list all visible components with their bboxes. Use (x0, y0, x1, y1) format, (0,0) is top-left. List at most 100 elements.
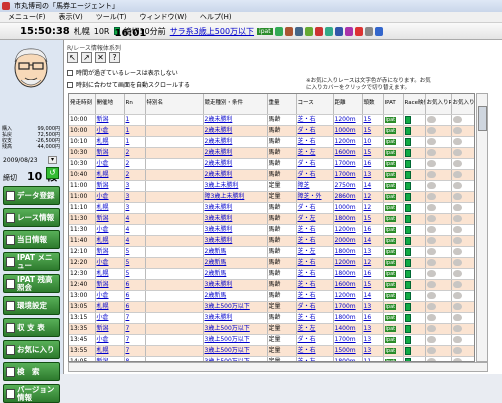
favorite-cell[interactable] (451, 268, 474, 280)
cell[interactable]: 15 (362, 125, 384, 137)
cell[interactable]: 13 (362, 323, 384, 335)
race-video-cell[interactable] (403, 301, 426, 313)
ipat-badge[interactable]: ipat (384, 215, 397, 222)
favorite-cell[interactable] (425, 279, 452, 291)
column-header[interactable]: 競走種別・条件 (203, 94, 268, 115)
cell[interactable]: 3 (124, 191, 146, 203)
ipat-cell[interactable]: ipat (383, 158, 404, 170)
favorite-cell[interactable] (451, 279, 474, 291)
heart-icon[interactable] (452, 237, 462, 244)
cell[interactable]: 3歳上500万以下 (203, 345, 268, 357)
cell[interactable]: 小倉 (95, 224, 125, 236)
cell[interactable]: 新潟 (95, 246, 125, 258)
ipat-badge[interactable]: ipat (384, 248, 397, 255)
ipat-badge[interactable]: ipat (384, 226, 397, 233)
ipat-cell[interactable]: ipat (383, 169, 404, 181)
cell[interactable]: 5 (124, 246, 146, 258)
cell[interactable]: 1800m (333, 268, 363, 280)
cell[interactable] (145, 268, 204, 280)
cell[interactable]: 14 (362, 235, 384, 247)
heart-icon[interactable] (426, 325, 436, 332)
play-icon[interactable] (404, 115, 411, 124)
toolbar-calc-icon[interactable] (304, 26, 313, 36)
cell[interactable]: 小倉 (95, 312, 125, 324)
ipat-badge[interactable]: ipat (384, 336, 397, 343)
race-info-button[interactable]: レース情報 (3, 208, 60, 227)
favorite-cell[interactable] (451, 312, 474, 324)
cell[interactable]: 16 (362, 312, 384, 324)
cell[interactable]: ダ・右 (296, 125, 334, 137)
cell[interactable]: 新潟 (95, 323, 125, 335)
cell[interactable]: 1 (124, 125, 146, 137)
heart-icon[interactable] (426, 138, 436, 145)
cell[interactable] (145, 246, 204, 258)
heart-icon[interactable] (426, 281, 436, 288)
heart-icon[interactable] (426, 336, 436, 343)
ipat-badge[interactable]: ipat (384, 171, 397, 178)
heart-icon[interactable] (452, 182, 462, 189)
cell[interactable]: 新潟 (95, 147, 125, 159)
ipat-cell[interactable]: ipat (383, 246, 404, 258)
cell[interactable]: 札幌 (95, 169, 125, 181)
cell[interactable]: 3歳未勝利 (203, 224, 268, 236)
heart-icon[interactable] (452, 325, 462, 332)
cell[interactable]: 3歳未勝利 (203, 235, 268, 247)
ipat-cell[interactable]: ipat (383, 224, 404, 236)
ipat-cell[interactable]: ipat (383, 268, 404, 280)
favorite-cell[interactable] (425, 202, 452, 214)
race-video-cell[interactable] (403, 257, 426, 269)
favorite-cell[interactable] (425, 290, 452, 302)
income-table-button[interactable]: 収 支 表 (3, 318, 60, 337)
cell[interactable]: 1200m (333, 224, 363, 236)
toolbar-cup-icon[interactable] (334, 26, 343, 36)
cell[interactable]: 15 (362, 114, 384, 126)
favorite-cell[interactable] (451, 246, 474, 258)
play-icon[interactable] (404, 148, 411, 157)
menu-window[interactable]: ウィンドウ(W) (140, 12, 187, 22)
table-row[interactable]: 10:30 小倉 2 2歳未勝利 馬齢 ダ・右 1700m 16 ipat (69, 158, 474, 170)
back-icon[interactable]: ↖ (67, 52, 78, 63)
cell[interactable]: 15 (362, 213, 384, 225)
favorite-cell[interactable] (451, 136, 474, 148)
cell[interactable]: ダ・右 (296, 169, 334, 181)
cell[interactable]: 14 (362, 290, 384, 302)
favorite-cell[interactable] (425, 125, 452, 137)
ipat-cell[interactable]: ipat (383, 312, 404, 324)
table-row[interactable]: 12:30 札幌 5 2歳新馬 馬齢 芝・右 1800m 16 ipat (69, 268, 474, 280)
favorite-cell[interactable] (425, 169, 452, 181)
cell[interactable]: 16 (362, 224, 384, 236)
cell[interactable]: 1000m (333, 125, 363, 137)
toolbar-chart-icon[interactable] (274, 26, 283, 36)
cell[interactable]: 1 (124, 136, 146, 148)
checkbox-icon[interactable] (67, 81, 73, 88)
favorite-cell[interactable] (451, 345, 474, 357)
ipat-badge[interactable]: ipat (384, 149, 397, 156)
hide-past-checkbox[interactable]: 時間が過ぎているレースは表示しない (67, 68, 178, 77)
play-icon[interactable] (404, 280, 411, 289)
toolbar-help-icon[interactable] (374, 26, 383, 36)
cell[interactable] (145, 147, 204, 159)
cell[interactable]: 13 (362, 169, 384, 181)
cell[interactable]: 新潟 (95, 114, 125, 126)
play-icon[interactable] (404, 225, 411, 234)
cell[interactable]: 2歳新馬 (203, 257, 268, 269)
cell[interactable]: 新潟 (95, 279, 125, 291)
race-video-cell[interactable] (403, 224, 426, 236)
heart-icon[interactable] (452, 171, 462, 178)
cell[interactable]: 3 (124, 180, 146, 192)
heart-icon[interactable] (452, 259, 462, 266)
heart-icon[interactable] (426, 303, 436, 310)
cell[interactable]: 16 (362, 158, 384, 170)
cell[interactable] (145, 114, 204, 126)
cell[interactable]: 6 (124, 301, 146, 313)
toolbar-people-icon[interactable] (344, 26, 353, 36)
ipat-cell[interactable]: ipat (383, 213, 404, 225)
favorite-cell[interactable] (451, 290, 474, 302)
favorite-cell[interactable] (425, 180, 452, 192)
favorite-cell[interactable] (425, 235, 452, 247)
cell[interactable]: 3歳未勝利 (203, 213, 268, 225)
today-info-button[interactable]: 当日情報 (3, 230, 60, 249)
heart-icon[interactable] (452, 149, 462, 156)
table-row[interactable]: 11:00 小倉 3 障3歳上未勝利 定量 障芝・外 2860m 12 ipat (69, 191, 474, 203)
cell[interactable]: 4 (124, 224, 146, 236)
